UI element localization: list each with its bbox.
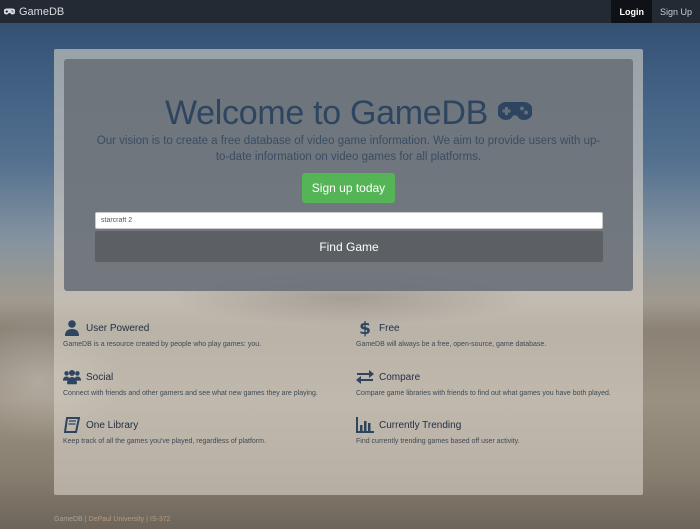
exchange-icon xyxy=(356,368,374,386)
feature-social: Social Connect with friends and other ga… xyxy=(63,367,343,398)
footer-brand: GameDB xyxy=(54,516,83,523)
book-icon xyxy=(63,416,81,434)
bar-chart-icon xyxy=(356,416,374,434)
feature-title: One Library xyxy=(86,419,139,431)
feature-desc: Find currently trending games based off … xyxy=(356,438,520,445)
dollar-icon: $ xyxy=(356,319,374,337)
feature-title: Free xyxy=(379,322,400,334)
top-navbar: GameDB Login Sign Up xyxy=(0,0,700,23)
footer-separator: | xyxy=(84,516,87,523)
feature-desc: Keep track of all the games you've playe… xyxy=(63,438,266,445)
feature-desc: Connect with friends and other gamers an… xyxy=(63,390,318,397)
feature-currently-trending: Currently Trending Find currently trendi… xyxy=(356,415,636,446)
feature-one-library: One Library Keep track of all the games … xyxy=(63,415,343,446)
brand-link[interactable]: GameDB xyxy=(0,6,64,18)
feature-user-powered: User Powered GameDB is a resource create… xyxy=(63,318,343,349)
nav-signup-link[interactable]: Sign Up xyxy=(652,0,700,23)
brand-label: GameDB xyxy=(19,5,65,18)
footer-course: IS-372 xyxy=(149,516,171,523)
feature-title: Social xyxy=(86,371,114,383)
main-panel: Welcome to GameDB Our vision is to creat… xyxy=(54,49,643,495)
page-footer: GameDB | DePaul University | IS-372 xyxy=(54,516,171,523)
svg-text:$: $ xyxy=(359,319,371,337)
feature-desc: GameDB will always be a free, open-sourc… xyxy=(356,341,547,348)
user-icon xyxy=(63,319,81,337)
feature-title: Currently Trending xyxy=(379,419,462,431)
users-icon xyxy=(63,368,81,386)
feature-free: $ Free GameDB will always be a free, ope… xyxy=(356,318,636,349)
gamepad-icon xyxy=(4,8,15,15)
footer-separator: | xyxy=(146,516,148,523)
feature-title: User Powered xyxy=(86,322,150,334)
feature-desc: GameDB is a resource created by people w… xyxy=(63,341,262,348)
footer-university: DePaul University xyxy=(88,516,145,523)
feature-compare: Compare Compare game libraries with frie… xyxy=(356,367,636,398)
features-section: User Powered GameDB is a resource create… xyxy=(54,49,643,495)
nav-login-link[interactable]: Login xyxy=(611,0,652,23)
feature-desc: Compare game libraries with friends to f… xyxy=(356,390,611,397)
feature-title: Compare xyxy=(379,371,421,383)
